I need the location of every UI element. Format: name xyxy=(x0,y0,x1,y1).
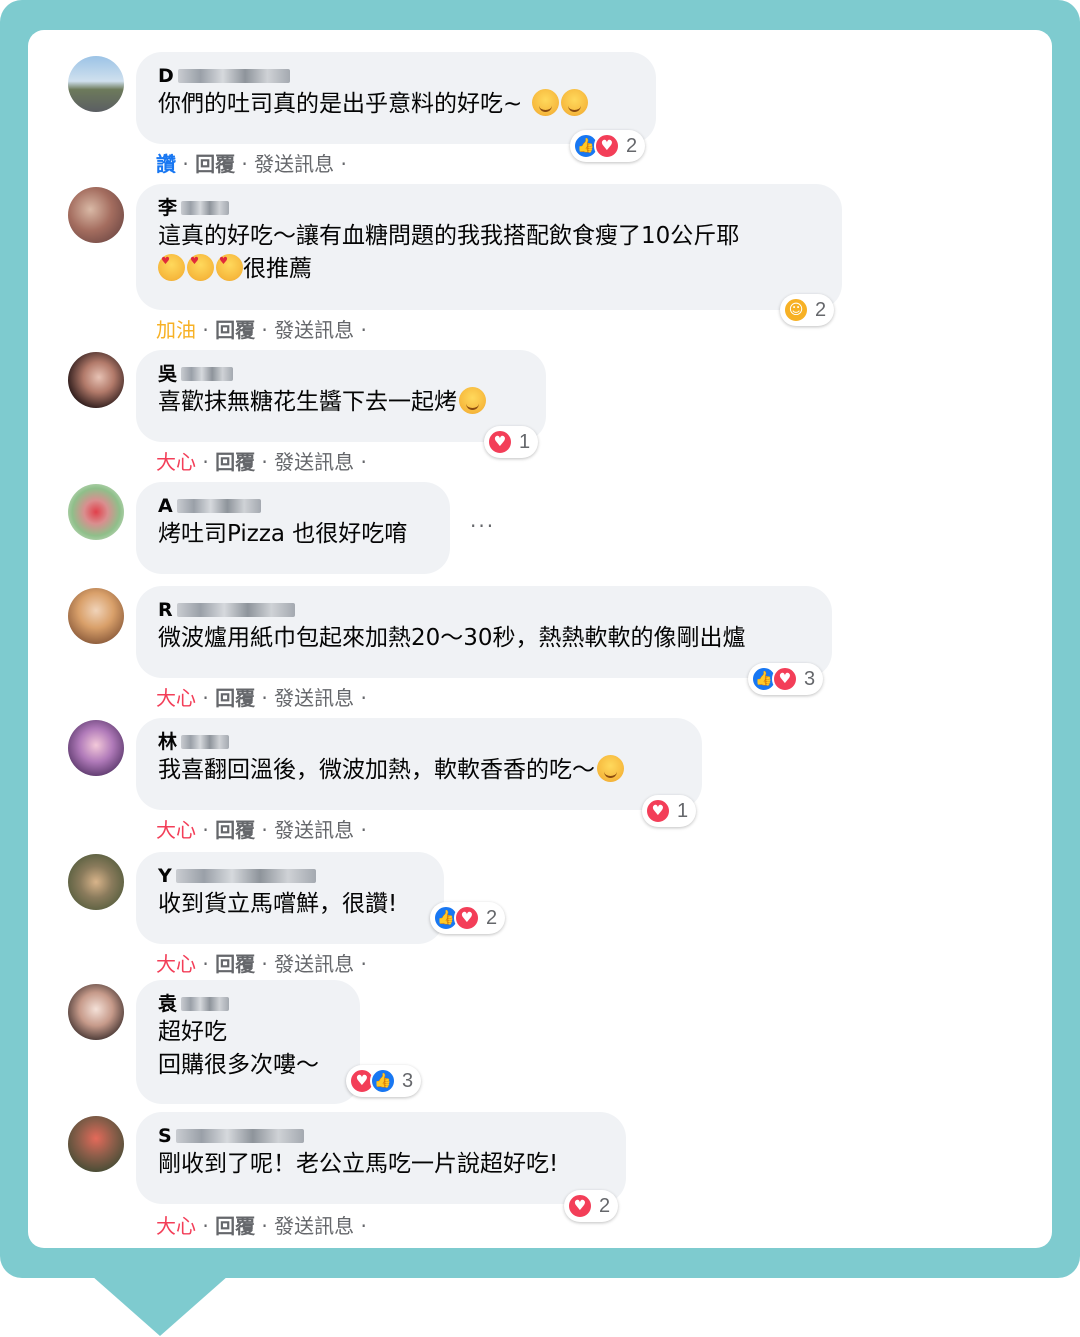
reaction-summary[interactable]: ♥ 👍 3 xyxy=(346,1065,422,1097)
like-action[interactable]: 讚 xyxy=(156,152,176,176)
smile-emoji-icon xyxy=(561,89,589,116)
comment-text: 我喜翻回溫後，微波加熱，軟軟香香的吃～ xyxy=(158,754,680,787)
commenter-name[interactable]: Y xyxy=(158,864,422,888)
comment-text: 微波爐用紙巾包起來加熱20～30秒，熱熱軟軟的像剛出爐 xyxy=(158,625,746,651)
love-reaction-icon: ♥ xyxy=(567,1193,593,1219)
avatar[interactable] xyxy=(68,854,124,910)
comment-bubble: 林 我喜翻回溫後，微波加熱，軟軟香香的吃～ xyxy=(136,718,702,810)
heart-face-emoji-icon xyxy=(158,254,185,281)
comment-actions: 大心 · 回覆 · 發送訊息 · xyxy=(156,686,367,710)
comment-text-line: 回購很多次嘍～ xyxy=(158,1052,319,1078)
reply-link[interactable]: 回覆 xyxy=(215,450,255,474)
avatar[interactable] xyxy=(68,484,124,540)
comment-text-line: 很推薦 xyxy=(158,253,820,286)
comment-bubble: Y 收到貨立馬嚐鮮，很讚! xyxy=(136,852,444,944)
reaction-summary[interactable]: 👍 ♥ 3 xyxy=(748,663,824,695)
comment-text: 烤吐司Pizza 也很好吃唷 xyxy=(158,521,408,547)
commenter-name[interactable]: A xyxy=(158,494,428,518)
reply-link[interactable]: 回覆 xyxy=(195,152,235,176)
avatar[interactable] xyxy=(68,720,124,776)
reply-link[interactable]: 回覆 xyxy=(215,686,255,710)
comment-actions: 大心 · 回覆 · 發送訊息 · xyxy=(156,818,367,842)
love-reaction-icon: ♥ xyxy=(645,798,671,824)
comment-text: 你們的吐司真的是出乎意料的好吃~ xyxy=(158,88,634,121)
send-message-link[interactable]: 發送訊息 xyxy=(274,818,354,842)
comment-bubble: 李 這真的好吃～讓有血糖問題的我我搭配飲食瘦了10公斤耶 很推薦 xyxy=(136,184,842,310)
avatar[interactable] xyxy=(68,187,124,243)
comment-bubble: A 烤吐司Pizza 也很好吃唷 xyxy=(136,482,450,574)
comments-panel: D 你們的吐司真的是出乎意料的好吃~ 👍 ♥ 2 讚 · 回覆 · 發送訊息 · 李… xyxy=(28,30,1052,1248)
reaction-summary[interactable]: 👍 ♥ 2 xyxy=(430,902,506,934)
comment-text-line: 超好吃 xyxy=(158,1019,227,1045)
reply-link[interactable]: 回覆 xyxy=(215,952,255,976)
care-reaction-icon: ☺ xyxy=(783,297,809,323)
comment-bubble: 袁 超好吃 回購很多次嘍～ xyxy=(136,980,360,1104)
smile-emoji-icon xyxy=(532,89,560,116)
send-message-link[interactable]: 發送訊息 xyxy=(274,450,354,474)
reaction-summary[interactable]: 👍 ♥ 2 xyxy=(570,130,646,162)
reaction-summary[interactable]: ☺ 2 xyxy=(780,294,835,326)
love-action[interactable]: 大心 xyxy=(156,818,196,842)
commenter-name[interactable]: R xyxy=(158,598,810,622)
love-action[interactable]: 大心 xyxy=(156,450,196,474)
commenter-name[interactable]: 李 xyxy=(158,196,820,220)
comment-text-line: 這真的好吃～讓有血糖問題的我我搭配飲食瘦了10公斤耶 xyxy=(158,223,740,249)
comment-text: 喜歡抹無糖花生醬下去一起烤 xyxy=(158,386,524,419)
love-action[interactable]: 大心 xyxy=(156,686,196,710)
like-reaction-icon: 👍 xyxy=(370,1068,396,1094)
avatar[interactable] xyxy=(68,352,124,408)
speech-pointer xyxy=(92,1276,228,1336)
love-action[interactable]: 大心 xyxy=(156,952,196,976)
commenter-name[interactable]: D xyxy=(158,64,634,88)
avatar[interactable] xyxy=(68,588,124,644)
love-action[interactable]: 大心 xyxy=(156,1214,196,1238)
smile-emoji-icon xyxy=(597,755,624,782)
comment-actions: 加油 · 回覆 · 發送訊息 · xyxy=(156,318,367,342)
commenter-name[interactable]: S xyxy=(158,1124,604,1148)
comment-bubble: S 剛收到了呢！老公立馬吃一片說超好吃! xyxy=(136,1112,626,1204)
reply-link[interactable]: 回覆 xyxy=(215,818,255,842)
comment-bubble: R 微波爐用紙巾包起來加熱20～30秒，熱熱軟軟的像剛出爐 xyxy=(136,586,832,678)
comment-actions: 大心 · 回覆 · 發送訊息 · xyxy=(156,450,367,474)
avatar[interactable] xyxy=(68,984,124,1040)
smile-emoji-icon xyxy=(459,387,486,414)
comment-bubble: 吳 喜歡抹無糖花生醬下去一起烤 xyxy=(136,350,546,442)
send-message-link[interactable]: 發送訊息 xyxy=(254,152,334,176)
avatar[interactable] xyxy=(68,1116,124,1172)
heart-face-emoji-icon xyxy=(187,254,214,281)
love-reaction-icon: ♥ xyxy=(772,666,798,692)
heart-face-emoji-icon xyxy=(216,254,243,281)
love-reaction-icon: ♥ xyxy=(594,133,620,159)
love-reaction-icon: ♥ xyxy=(454,905,480,931)
comment-text: 剛收到了呢！老公立馬吃一片說超好吃! xyxy=(158,1151,559,1177)
care-action[interactable]: 加油 xyxy=(156,318,196,342)
send-message-link[interactable]: 發送訊息 xyxy=(274,318,354,342)
more-options-icon[interactable]: ··· xyxy=(470,514,495,538)
comment-text: 收到貨立馬嚐鮮，很讚! xyxy=(158,891,398,917)
reply-link[interactable]: 回覆 xyxy=(215,1214,255,1238)
reaction-summary[interactable]: ♥ 1 xyxy=(484,426,539,458)
send-message-link[interactable]: 發送訊息 xyxy=(274,686,354,710)
reply-link[interactable]: 回覆 xyxy=(215,318,255,342)
commenter-name[interactable]: 吳 xyxy=(158,362,524,386)
send-message-link[interactable]: 發送訊息 xyxy=(274,1214,354,1238)
commenter-name[interactable]: 袁 xyxy=(158,992,338,1016)
reaction-summary[interactable]: ♥ 2 xyxy=(564,1190,619,1222)
comment-actions: 大心 · 回覆 · 發送訊息 · xyxy=(156,952,367,976)
avatar[interactable] xyxy=(68,56,124,112)
comment-actions: 讚 · 回覆 · 發送訊息 · xyxy=(156,152,347,176)
comment-actions: 大心 · 回覆 · 發送訊息 · xyxy=(156,1214,367,1238)
send-message-link[interactable]: 發送訊息 xyxy=(274,952,354,976)
love-reaction-icon: ♥ xyxy=(487,429,513,455)
comment-bubble: D 你們的吐司真的是出乎意料的好吃~ xyxy=(136,52,656,144)
commenter-name[interactable]: 林 xyxy=(158,730,680,754)
reaction-summary[interactable]: ♥ 1 xyxy=(642,795,697,827)
